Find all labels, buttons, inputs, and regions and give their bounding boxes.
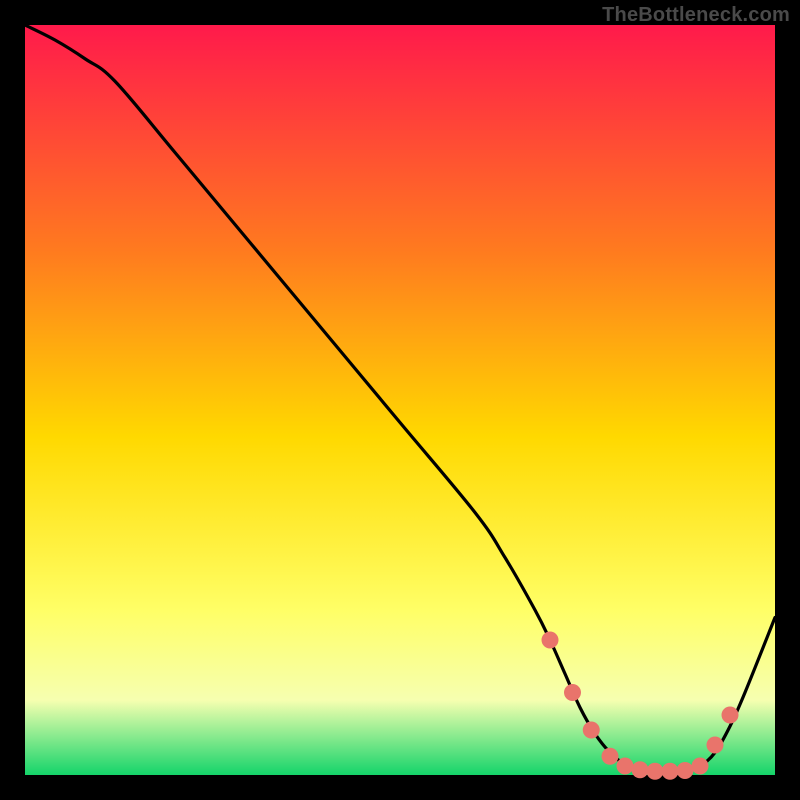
marker-dot: [722, 707, 739, 724]
chart-svg: [0, 0, 800, 800]
chart-stage: TheBottleneck.com: [0, 0, 800, 800]
marker-dot: [692, 758, 709, 775]
watermark-text: TheBottleneck.com: [602, 4, 790, 27]
marker-dot: [647, 763, 664, 780]
marker-dot: [662, 763, 679, 780]
marker-dot: [707, 737, 724, 754]
marker-dot: [617, 758, 634, 775]
marker-dot: [677, 762, 694, 779]
marker-dot: [583, 722, 600, 739]
marker-dot: [602, 748, 619, 765]
marker-dot: [564, 684, 581, 701]
marker-dot: [632, 761, 649, 778]
marker-dot: [542, 632, 559, 649]
plot-background: [25, 25, 775, 775]
